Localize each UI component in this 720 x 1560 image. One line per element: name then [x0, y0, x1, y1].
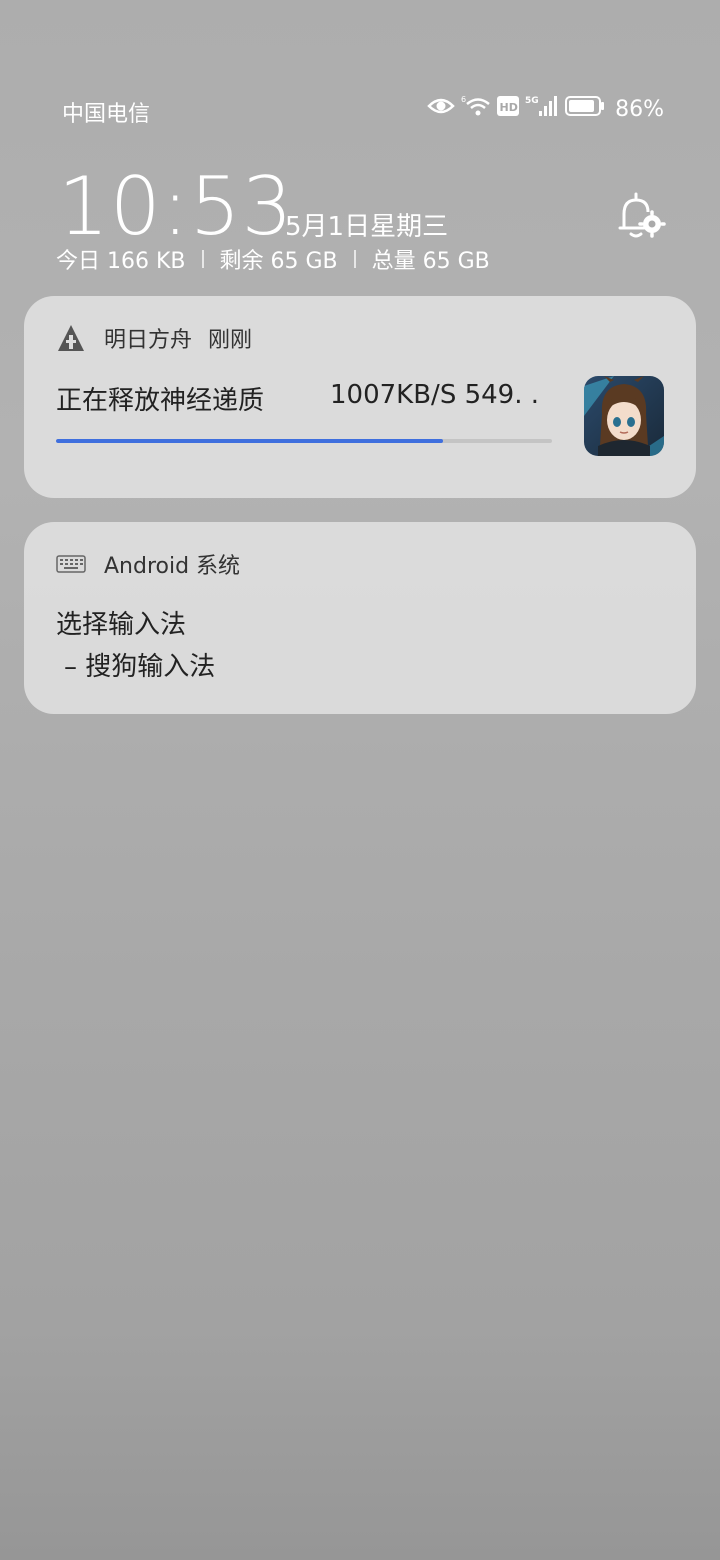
- arknights-app-icon: [56, 323, 86, 353]
- notification-card-input-method[interactable]: Android 系统 选择输入法 – 搜狗输入法: [24, 522, 696, 714]
- notification-app-name: Android 系统: [104, 554, 241, 579]
- notification-title: 正在释放神经递质: [56, 386, 265, 416]
- data-usage-summary: 今日 166 KB 剩余 65 GB 总量 65 GB: [56, 243, 490, 275]
- data-usage-remaining: 剩余 65 GB: [219, 249, 338, 274]
- wifi-icon: 6: [461, 94, 491, 124]
- notification-header: 明日方舟 刚刚: [56, 322, 252, 354]
- notification-title: 选择输入法: [56, 610, 187, 640]
- notification-body: 选择输入法 – 搜狗输入法: [56, 604, 215, 688]
- download-progress-fill: [56, 439, 443, 443]
- svg-text:5G: 5G: [525, 96, 539, 106]
- hd-icon: HD: [497, 95, 520, 123]
- eye-icon: [427, 96, 455, 122]
- notification-download-speed: 1007KB/S 549. .: [330, 380, 540, 410]
- keyboard-icon: [56, 549, 86, 579]
- svg-text:HD: HD: [500, 101, 518, 114]
- data-usage-total: 总量 65 GB: [371, 249, 490, 274]
- notification-thumbnail: [584, 376, 664, 456]
- notification-app-name: 明日方舟: [104, 328, 193, 353]
- battery-percentage: 86%: [615, 96, 664, 122]
- notification-text: – 搜狗输入法: [64, 652, 216, 682]
- divider: [201, 250, 204, 268]
- notification-header: Android 系统: [56, 548, 240, 580]
- notification-card-download[interactable]: 明日方舟 刚刚 正在释放神经递质 1007KB/S 549. .: [24, 296, 696, 498]
- notification-settings-icon[interactable]: [614, 190, 666, 242]
- clock-date: 5月1日星期三: [285, 212, 449, 242]
- status-icons: 6 HD 5G 86%: [427, 94, 664, 124]
- download-progress-bar: [56, 439, 552, 443]
- svg-text:6: 6: [461, 95, 466, 104]
- notification-time: 刚刚: [208, 328, 253, 353]
- clock-time: 10:53: [58, 160, 294, 253]
- data-usage-today: 今日 166 KB: [56, 249, 186, 274]
- carrier-name: 中国电信: [62, 102, 151, 127]
- cellular-5g-icon: 5G: [525, 94, 559, 124]
- battery-icon: [565, 95, 605, 123]
- divider: [353, 250, 356, 268]
